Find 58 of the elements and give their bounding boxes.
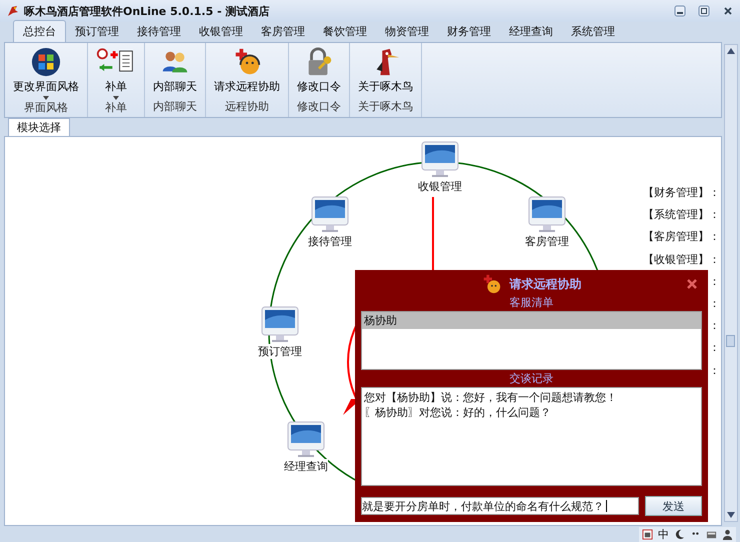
tab[interactable]: 经理查询 — [500, 21, 562, 42]
chat-message: 您对【杨协助】说：您好，我有一个问题想请教您！ — [364, 390, 618, 405]
monitor-icon[interactable] — [528, 196, 566, 234]
dialog-title: 请求远程协助 — [510, 276, 582, 292]
ribbon-button[interactable]: 请求远程协助 — [212, 43, 282, 99]
restore-icon[interactable] — [698, 5, 710, 17]
ribbon-button[interactable]: 修改口令 — [295, 43, 343, 99]
section-heading: 客服清单 — [510, 295, 554, 310]
tab[interactable]: 总控台 — [13, 20, 66, 42]
node-label: 预订管理 — [258, 344, 302, 359]
group-label: 修改口令 — [297, 99, 341, 115]
tab[interactable]: 客房管理 — [252, 21, 314, 42]
ribbon-button[interactable]: 补单 — [94, 43, 138, 100]
message-input[interactable]: 就是要开分房单时，付款单位的命名有什么规范？ — [361, 497, 639, 515]
list-item[interactable]: 杨协助 — [362, 312, 701, 329]
caret-icon — [43, 96, 49, 100]
windows-logo-icon — [31, 47, 61, 77]
node-label: 客房管理 — [525, 234, 569, 249]
tab[interactable]: 物资管理 — [376, 21, 438, 42]
tab[interactable]: 收银管理 — [190, 21, 252, 42]
tab[interactable]: 系统管理 — [562, 21, 624, 42]
scrollbar[interactable] — [724, 44, 738, 522]
group-label: 界面风格 — [24, 100, 68, 116]
tab[interactable]: 模块选择 — [8, 118, 70, 136]
bird-icon — [6, 4, 20, 18]
moon-icon[interactable] — [674, 528, 685, 540]
keyboard-icon[interactable] — [642, 528, 653, 540]
node-label: 经理查询 — [284, 459, 328, 474]
monitor-icon[interactable] — [287, 421, 325, 459]
monitor-icon[interactable] — [311, 196, 349, 234]
caret-icon — [113, 96, 119, 100]
scroll-up-icon[interactable] — [727, 48, 735, 54]
window-title: 啄木鸟酒店管理软件OnLine 5.0.1.5 - 测试酒店 — [24, 4, 270, 18]
node-label: 接待管理 — [308, 234, 352, 249]
group-label: 关于啄木鸟 — [358, 99, 413, 115]
tab[interactable]: 接待管理 — [128, 21, 190, 42]
send-button[interactable]: 发送 — [645, 496, 702, 516]
chat-message: 〖杨协助〗对您说：好的，什么问题？ — [364, 404, 552, 420]
group-label: 补单 — [105, 100, 127, 116]
monitor-icon[interactable] — [421, 141, 459, 179]
scroll-down-icon[interactable] — [727, 512, 735, 518]
person-icon[interactable] — [722, 528, 733, 540]
ribbon-button[interactable]: 更改界面风格 — [11, 43, 81, 100]
tab[interactable]: 财务管理 — [438, 21, 500, 42]
section-heading: 交谈记录 — [510, 370, 554, 386]
ime-indicator[interactable]: 中 — [658, 526, 669, 542]
node-label: 收银管理 — [418, 179, 462, 194]
minimize-icon[interactable] — [674, 5, 686, 17]
ribbon-button[interactable]: 内部聊天 — [151, 43, 199, 99]
group-label: 内部聊天 — [153, 99, 197, 115]
support-agent-icon — [482, 274, 502, 294]
monitor-icon[interactable] — [261, 306, 299, 344]
group-label: 远程协助 — [225, 99, 269, 115]
tab[interactable]: 餐饮管理 — [314, 21, 376, 42]
tab[interactable]: 预订管理 — [66, 21, 128, 42]
ribbon-button[interactable]: 关于啄木鸟 — [356, 43, 415, 99]
close-icon[interactable] — [722, 5, 734, 17]
scroll-thumb[interactable] — [726, 335, 735, 347]
